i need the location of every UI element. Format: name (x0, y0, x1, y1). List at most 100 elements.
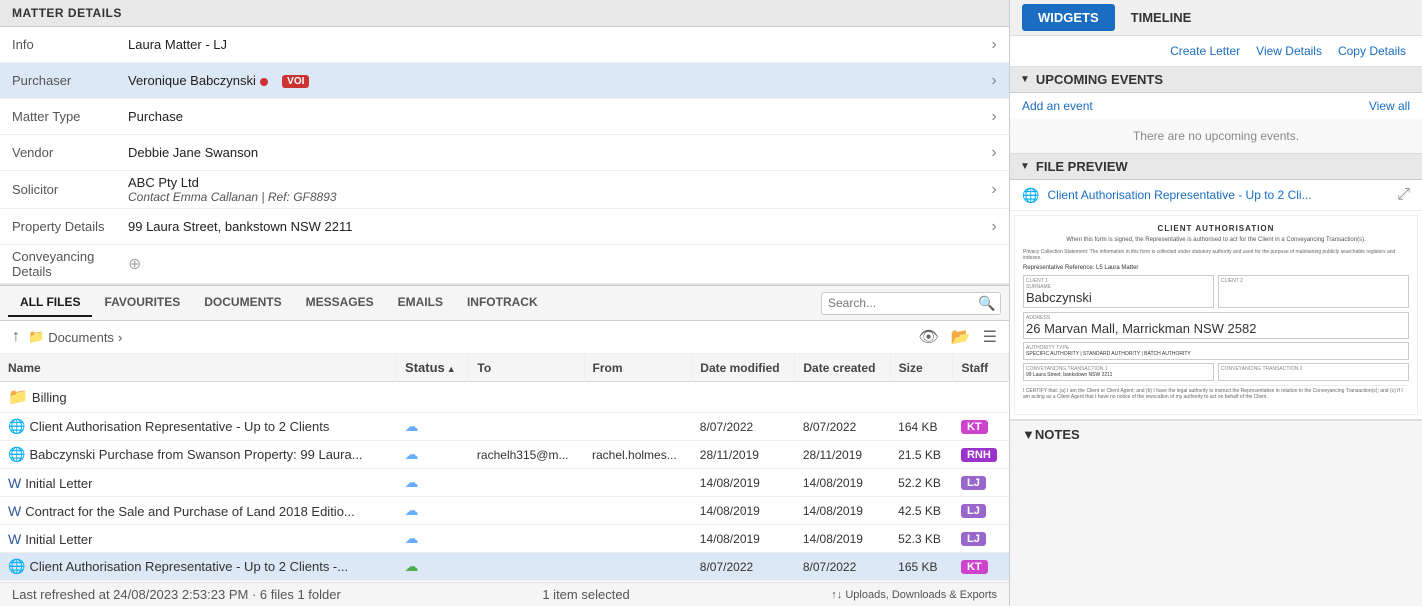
add-conveyancing-icon: ⊕ (128, 256, 141, 273)
cell-date-created: 14/08/2019 (795, 497, 890, 525)
table-row[interactable]: WInitial Letter ☁ 14/08/2019 14/08/2019 … (0, 469, 1009, 497)
solicitor-company: ABC Pty Ltd (128, 175, 971, 190)
cell-name: WInitial Letter (0, 525, 397, 553)
field-label-vendor: Vendor (0, 145, 120, 160)
tab-emails[interactable]: EMAILS (386, 289, 455, 317)
cell-date-modified: 8/07/2022 (692, 413, 795, 441)
cell-to (469, 469, 584, 497)
doc-client2-field: CLIENT 2 (1218, 275, 1409, 308)
doc-transaction2-label: CONVEYANCING TRANSACTION 2 (1221, 366, 1406, 372)
file-name-text: Client Authorisation Representative - Up… (29, 559, 348, 574)
preview-doc-title: Client Authorisation Representative - Up… (1047, 188, 1389, 202)
cell-to (469, 413, 584, 441)
file-name-text: Contract for the Sale and Purchase of La… (25, 504, 355, 519)
col-name[interactable]: Name (0, 354, 397, 382)
cell-date-created: 8/07/2022 (795, 413, 890, 441)
field-row-info[interactable]: Info Laura Matter - LJ › (0, 27, 1009, 63)
view-all-link[interactable]: View all (1369, 99, 1410, 113)
cloud-icon: ☁ (405, 474, 419, 490)
upcoming-events-header[interactable]: ▼ UPCOMING EVENTS (1010, 67, 1422, 93)
cell-to (469, 497, 584, 525)
cell-status: ☁ (397, 497, 469, 525)
staff-badge: KT (961, 560, 988, 574)
uploads-link[interactable]: ↑↓ Uploads, Downloads & Exports (831, 589, 997, 601)
folder-icon: 📁 (28, 329, 44, 345)
word-icon: W (8, 475, 21, 491)
table-row[interactable]: 🌐Client Authorisation Representative - U… (0, 553, 1009, 581)
tab-infotrack[interactable]: INFOTRACK (455, 289, 550, 317)
notes-header[interactable]: ▼ NOTES (1022, 427, 1410, 442)
table-row[interactable]: 📁Billing (0, 382, 1009, 413)
col-date-modified[interactable]: Date modified (692, 354, 795, 382)
search-input[interactable] (828, 296, 978, 310)
doc-transaction1-field: CONVEYANCING TRANSACTION 1 99 Laura Stre… (1023, 363, 1214, 381)
field-row-purchaser[interactable]: Purchaser Veronique Babczynski VOI › (0, 63, 1009, 99)
doc-privacy-text: Privacy Collection Statement: The inform… (1023, 249, 1409, 261)
file-preview-header[interactable]: ▼ FILE PREVIEW (1010, 154, 1422, 180)
new-folder-button[interactable]: 📂 (947, 325, 975, 349)
table-row[interactable]: 🌐Babczynski Purchase from Swanson Proper… (0, 441, 1009, 469)
cell-size: 21.5 KB (890, 441, 953, 469)
view-icon-button[interactable]: 👁 (914, 325, 942, 349)
tab-messages[interactable]: MESSAGES (294, 289, 386, 317)
cell-date-modified: 28/11/2019 (692, 441, 795, 469)
doc-authority-options: SPECIFIC AUTHORITY | STANDARD AUTHORITY … (1026, 351, 1406, 357)
copy-details-link[interactable]: Copy Details (1338, 44, 1406, 58)
field-value-purchaser: Veronique Babczynski VOI (120, 73, 979, 88)
doc-client2-label: CLIENT 2 (1221, 278, 1406, 284)
preview-title-bar: 🌐 Client Authorisation Representative - … (1010, 180, 1422, 211)
tab-widgets[interactable]: WIDGETS (1022, 4, 1115, 31)
file-name-text: Client Authorisation Representative - Up… (29, 419, 329, 434)
col-from[interactable]: From (584, 354, 692, 382)
widget-header: WIDGETS TIMELINE (1010, 0, 1422, 36)
create-letter-link[interactable]: Create Letter (1170, 44, 1240, 58)
field-arrow-info: › (979, 36, 1009, 54)
tab-favourites[interactable]: FAVOURITES (92, 289, 192, 317)
view-details-link[interactable]: View Details (1256, 44, 1322, 58)
cell-staff: LJ (953, 497, 1009, 525)
tab-timeline[interactable]: TIMELINE (1115, 4, 1208, 31)
table-row[interactable]: 🌐Client Authorisation Representative - U… (0, 413, 1009, 441)
cell-date-created: 28/11/2019 (795, 441, 890, 469)
list-view-button[interactable]: ☰ (979, 325, 1001, 349)
table-row[interactable]: WInitial Letter ☁ 14/08/2019 14/08/2019 … (0, 525, 1009, 553)
field-arrow-purchaser: › (979, 72, 1009, 90)
field-row-property[interactable]: Property Details 99 Laura Street, bankst… (0, 209, 1009, 245)
cell-status: ☁ (397, 469, 469, 497)
cell-size: 52.3 KB (890, 525, 953, 553)
col-staff[interactable]: Staff (953, 354, 1009, 382)
add-event-link[interactable]: Add an event (1022, 99, 1093, 113)
cloud-icon: ☁ (405, 502, 419, 518)
field-row-matter-type[interactable]: Matter Type Purchase › (0, 99, 1009, 135)
col-status[interactable]: Status▲ (397, 354, 469, 382)
file-table: Name Status▲ To From Date modified Date … (0, 354, 1009, 581)
col-date-created[interactable]: Date created (795, 354, 890, 382)
tab-all-files[interactable]: ALL FILES (8, 289, 92, 317)
search-box: 🔍 (821, 292, 1001, 315)
cloud-icon: ☁ (405, 446, 419, 462)
staff-badge: KT (961, 420, 988, 434)
field-row-vendor[interactable]: Vendor Debbie Jane Swanson › (0, 135, 1009, 171)
cell-date-created (795, 382, 890, 413)
staff-badge: LJ (961, 504, 986, 518)
expand-preview-icon[interactable]: ⤢ (1397, 186, 1410, 204)
cell-size: 165 KB (890, 553, 953, 581)
staff-badge: LJ (961, 532, 986, 546)
cell-from (584, 413, 692, 441)
field-row-conveyancing[interactable]: Conveyancing Details ⊕ (0, 245, 1009, 284)
file-name-text: Billing (32, 390, 67, 405)
cell-to (469, 525, 584, 553)
table-row[interactable]: WContract for the Sale and Purchase of L… (0, 497, 1009, 525)
file-table-container: Name Status▲ To From Date modified Date … (0, 354, 1009, 582)
preview-image-area: CLIENT AUTHORISATION When this form is s… (1010, 211, 1422, 419)
field-row-solicitor[interactable]: Solicitor ABC Pty Ltd Contact Emma Calla… (0, 171, 1009, 209)
upload-button[interactable]: ↑ (8, 326, 24, 348)
field-arrow-matter-type: › (979, 108, 1009, 126)
no-events-message: There are no upcoming events. (1010, 119, 1422, 153)
tab-documents[interactable]: DOCUMENTS (192, 289, 293, 317)
status-left: Last refreshed at 24/08/2023 2:53:23 PM … (12, 587, 341, 602)
col-size[interactable]: Size (890, 354, 953, 382)
cell-date-created: 8/07/2022 (795, 553, 890, 581)
col-to[interactable]: To (469, 354, 584, 382)
cell-name: WInitial Letter (0, 469, 397, 497)
